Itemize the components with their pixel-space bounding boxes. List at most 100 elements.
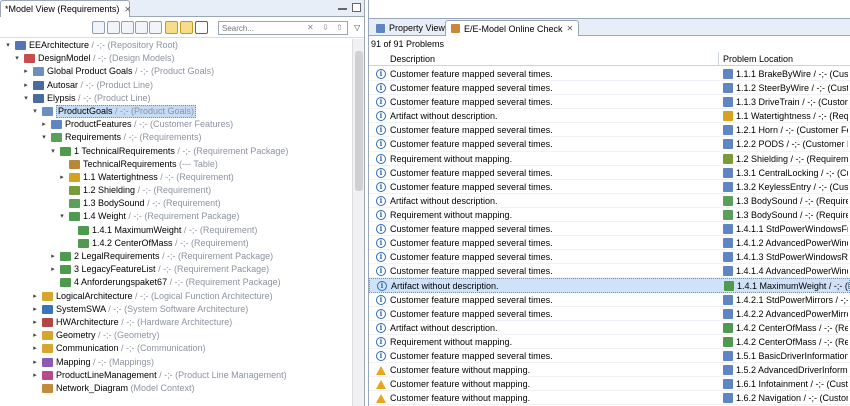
- tree-item[interactable]: 1.4.2 CenterOfMass / -;- (Requirement): [0, 237, 352, 250]
- tab-property-view[interactable]: Property View: [371, 20, 450, 36]
- problem-row[interactable]: i Customer feature mapped several times. 1…: [369, 293, 850, 307]
- expand-arrow-icon[interactable]: ▸: [31, 290, 39, 303]
- problem-row[interactable]: Customer feature without mapping. 1.6.1 I…: [369, 377, 850, 392]
- tree-item[interactable]: ▸ 2 LegalRequirements / -;- (Requirement …: [0, 250, 352, 263]
- expand-all-icon[interactable]: [121, 21, 134, 34]
- tree-item[interactable]: ▾ 1.4 Weight / -;- (Requirement Package): [0, 210, 352, 223]
- problem-row[interactable]: i Artifact without description. 1.3 BodySo…: [369, 194, 850, 208]
- tree-item[interactable]: ▾ EEArchitecture / -;- (Repository Root): [0, 39, 352, 52]
- minimize-icon[interactable]: [338, 8, 347, 10]
- clear-search-icon[interactable]: ✕: [307, 23, 314, 32]
- tree-item-label: Requirements / -;- (Requirements): [65, 131, 202, 144]
- column-problem-location[interactable]: Problem Location: [723, 54, 793, 64]
- expand-arrow-icon[interactable]: ▸: [40, 118, 48, 131]
- problem-row[interactable]: i Artifact without description. 1.4.1 Maxi…: [369, 278, 850, 293]
- collapse-arrow-icon[interactable]: ▾: [31, 105, 39, 118]
- tree-item-name: 1.2 Shielding: [83, 185, 136, 196]
- problem-row[interactable]: i Requirement without mapping. 1.2 Shieldi…: [369, 152, 850, 166]
- tree-item[interactable]: ▸ ProductLineManagement / -;- (Product Li…: [0, 369, 352, 382]
- filter-icon[interactable]: [195, 21, 208, 34]
- collapse-all-icon[interactable]: [107, 21, 120, 34]
- tab-model-view[interactable]: *Model View (Requirements) ✕: [0, 0, 131, 17]
- tree-item[interactable]: ▸ LogicalArchitecture / -;- (Logical Func…: [0, 290, 352, 303]
- tree-item[interactable]: ▾ Requirements / -;- (Requirements): [0, 131, 352, 144]
- problem-row[interactable]: i Customer feature mapped several times. 1…: [369, 307, 850, 321]
- tree-item[interactable]: ▸ SystemSWA / -;- (System Software Archit…: [0, 303, 352, 316]
- collapse-arrow-icon[interactable]: ▾: [49, 145, 57, 158]
- expand-arrow-icon[interactable]: ▸: [31, 356, 39, 369]
- expand-arrow-icon[interactable]: ▸: [31, 316, 39, 329]
- tree-item[interactable]: ▸ Mapping / -;- (Mappings): [0, 356, 352, 369]
- expand-arrow-icon[interactable]: ▸: [31, 369, 39, 382]
- problem-row[interactable]: i Customer feature mapped several times. 1…: [369, 236, 850, 251]
- expand-arrow-icon[interactable]: ▸: [58, 171, 66, 184]
- tree-item[interactable]: ▸ 1.1 Watertightness / -;- (Requirement): [0, 171, 352, 184]
- tree-item[interactable]: ▾ Elypsis / -;- (Product Line): [0, 92, 352, 105]
- tree-item[interactable]: ▸ Global Product Goals / -;- (Product Goa…: [0, 65, 352, 78]
- problem-description: Customer feature mapped several times.: [390, 97, 553, 108]
- problem-row[interactable]: i Customer feature mapped several times. 1…: [369, 349, 850, 363]
- tree-item[interactable]: TechnicalRequirements (--- Table): [0, 158, 352, 171]
- tree-item[interactable]: ▸ Autosar / -;- (Product Line): [0, 79, 352, 92]
- problem-row[interactable]: i Customer feature mapped several times. 1…: [369, 137, 850, 152]
- expand-arrow-icon[interactable]: ▸: [49, 250, 57, 263]
- column-divider[interactable]: [718, 52, 719, 66]
- maximize-icon[interactable]: [352, 3, 361, 12]
- problem-row[interactable]: i Artifact without description. 1.4.2 Cent…: [369, 321, 850, 335]
- tree-item[interactable]: ▸ ProductFeatures / -;- (Customer Feature…: [0, 118, 352, 131]
- collapse-arrow-icon[interactable]: ▾: [4, 39, 12, 52]
- problem-location: 1.4.1.3 StdPowerWindowsRear...: [736, 252, 848, 263]
- problem-row[interactable]: i Customer feature mapped several times. 1…: [369, 67, 850, 82]
- view-menu-icon[interactable]: ▽: [354, 23, 360, 32]
- problem-row[interactable]: Customer feature without mapping. 1.6.2 N…: [369, 391, 850, 406]
- expand-arrow-icon[interactable]: ▸: [31, 329, 39, 342]
- collapse-arrow-icon[interactable]: ▾: [58, 210, 66, 223]
- tree-item[interactable]: Network_Diagram (Model Context): [0, 382, 352, 395]
- problem-row[interactable]: i Customer feature mapped several times. 1…: [369, 95, 850, 110]
- search-previous-icon[interactable]: ⇧: [336, 23, 343, 32]
- sync-selection-icon[interactable]: [180, 21, 193, 34]
- expand-arrow-icon[interactable]: ▸: [49, 263, 57, 276]
- tree-item[interactable]: 1.4.1 MaximumWeight / -;- (Requirement): [0, 224, 352, 237]
- problem-row[interactable]: i Artifact without description. 1.1 Watert…: [369, 109, 850, 124]
- expand-arrow-icon[interactable]: ▸: [31, 303, 39, 316]
- expand-arrow-icon[interactable]: ▸: [31, 342, 39, 355]
- column-description[interactable]: Description: [390, 54, 435, 64]
- link-editor-icon[interactable]: [149, 21, 162, 34]
- problem-row[interactable]: i Requirement without mapping. 1.3 BodySou…: [369, 208, 850, 223]
- collapse-arrow-icon[interactable]: ▾: [40, 131, 48, 144]
- problem-row[interactable]: i Customer feature mapped several times. 1…: [369, 166, 850, 180]
- problem-row[interactable]: i Customer feature mapped several times. 1…: [369, 264, 850, 279]
- close-icon[interactable]: ✕: [124, 5, 131, 14]
- tree-item[interactable]: ▸ 3 LegacyFeatureList / -;- (Requirement …: [0, 263, 352, 276]
- collapse-arrow-icon[interactable]: ▾: [22, 92, 30, 105]
- problem-row[interactable]: i Customer feature mapped several times. 1…: [369, 81, 850, 96]
- problem-row[interactable]: i Customer feature mapped several times. 1…: [369, 250, 850, 265]
- tree-item[interactable]: ▾ 1 TechnicalRequirements / -;- (Requirem…: [0, 145, 352, 158]
- tree-item[interactable]: ▾ DesignModel / -;- (Design Models): [0, 52, 352, 65]
- problem-row[interactable]: i Customer feature mapped several times. 1…: [369, 222, 850, 237]
- tree-item[interactable]: ▸ HWArchitecture / -;- (Hardware Architec…: [0, 316, 352, 329]
- filter-tree-icon[interactable]: [92, 21, 105, 34]
- tree-item[interactable]: ▸ Communication / -;- (Communication): [0, 342, 352, 355]
- problem-row[interactable]: Customer feature without mapping. 1.5.2 A…: [369, 363, 850, 378]
- scrollbar-thumb[interactable]: [355, 51, 363, 191]
- show-types-icon[interactable]: [165, 21, 178, 34]
- tree-scrollbar[interactable]: [352, 39, 364, 406]
- expand-arrow-icon[interactable]: ▸: [22, 79, 30, 92]
- problem-row[interactable]: i Customer feature mapped several times. 1…: [369, 123, 850, 138]
- tab-online-check[interactable]: E/E-Model Online Check ✕: [445, 20, 580, 36]
- search-next-icon[interactable]: ⇩: [322, 23, 329, 32]
- tree-item[interactable]: ▸ Geometry / -;- (Geometry): [0, 329, 352, 342]
- problem-row[interactable]: i Customer feature mapped several times. 1…: [369, 180, 850, 194]
- expand-arrow-icon[interactable]: ▸: [22, 65, 30, 78]
- collapse-arrow-icon[interactable]: ▾: [13, 52, 21, 65]
- tree-item[interactable]: 4 Anforderungspaket67 / -;- (Requirement…: [0, 276, 352, 289]
- tree-item[interactable]: ▾ ProductGoals / -;- (Product Goals): [0, 104, 352, 118]
- tree-item[interactable]: 1.2 Shielding / -;- (Requirement): [0, 184, 352, 197]
- problem-description: Customer feature mapped several times.: [390, 294, 553, 305]
- close-icon[interactable]: ✕: [567, 24, 574, 33]
- problem-row[interactable]: i Requirement without mapping. 1.4.2 Cente…: [369, 335, 850, 349]
- tree-item[interactable]: 1.3 BodySound / -;- (Requirement): [0, 197, 352, 210]
- add-element-icon[interactable]: [135, 21, 148, 34]
